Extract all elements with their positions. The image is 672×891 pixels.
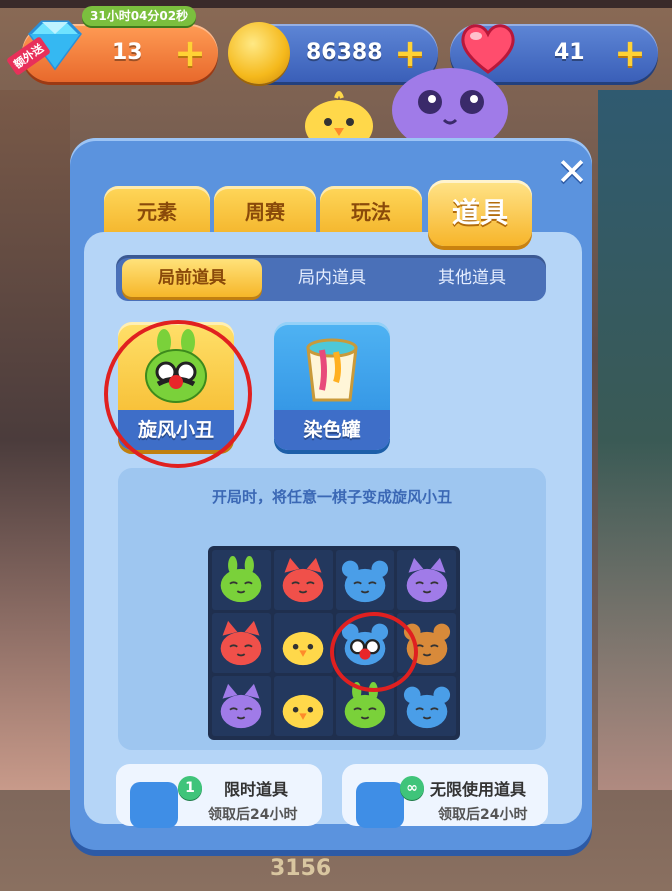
timed-item-card[interactable]: 1 限时道具 领取后24小时 [116, 764, 322, 828]
tab-elements[interactable]: 元素 [104, 186, 210, 238]
board-cell [212, 676, 271, 736]
tab-weekly[interactable]: 周赛 [214, 186, 316, 238]
highlight-ring [330, 612, 418, 692]
coin-count: 86388 [306, 40, 383, 65]
red-fox-icon [221, 620, 262, 666]
card-subtitle: 领取后24小时 [208, 807, 298, 823]
board-cell [397, 676, 456, 736]
board-cell [212, 613, 271, 673]
gem-count: 13 [112, 40, 143, 65]
lives-count: 41 [554, 40, 585, 65]
item-paint-bucket[interactable]: 染色罐 [274, 322, 390, 450]
board-cell [397, 550, 456, 610]
subtab-other-items[interactable]: 其他道具 [402, 259, 542, 297]
gift-hand-icon [356, 782, 404, 828]
gift-hand-icon [130, 782, 178, 828]
board-cell [273, 550, 333, 610]
coin-icon [228, 22, 290, 84]
gem-offer-timer: 31小时04分02秒 [82, 6, 197, 26]
add-lives-button[interactable]: + [610, 33, 650, 73]
purple-cat-icon [221, 683, 262, 729]
purple-cat-icon [406, 557, 447, 603]
paint-bucket-icon [306, 338, 358, 402]
red-fox-icon [282, 557, 324, 603]
highlight-ring [104, 320, 252, 468]
board-cell [212, 550, 271, 610]
card-title: 限时道具 [224, 780, 289, 799]
subtab-ingame-items[interactable]: 局内道具 [262, 259, 402, 297]
background-building-right [598, 90, 672, 790]
board-cell [335, 550, 395, 610]
background-score: 3156 [270, 856, 332, 881]
item-description: 开局时，将任意一棋子变成旋风小丑 [211, 488, 452, 506]
card-title: 无限使用道具 [430, 780, 527, 799]
card-subtitle: 领取后24小时 [438, 807, 528, 823]
chick-mascot-icon [305, 91, 373, 146]
infinity-badge: ∞ [400, 776, 424, 800]
item-category-tabs: 局前道具 局内道具 其他道具 [116, 255, 546, 301]
item-label: 染色罐 [274, 410, 390, 450]
tab-gameplay[interactable]: 玩法 [320, 186, 422, 238]
yellow-chick-icon [282, 694, 324, 729]
tab-items[interactable]: 道具 [428, 180, 532, 246]
add-gems-button[interactable]: + [170, 33, 210, 73]
subtab-pregame-items[interactable]: 局前道具 [122, 259, 262, 297]
unlimited-item-card[interactable]: ∞ 无限使用道具 领取后24小时 [342, 764, 548, 828]
background-building-left [0, 90, 70, 790]
blue-mouse-icon [403, 686, 450, 729]
board-cell [273, 676, 333, 736]
purple-blob-mascot-icon [392, 68, 508, 150]
close-button[interactable]: ✕ [552, 152, 592, 192]
blue-mouse-icon [341, 560, 388, 603]
board-cell [273, 613, 333, 673]
count-badge: 1 [178, 776, 202, 800]
yellow-chick-icon [282, 631, 324, 666]
green-bunny-icon [221, 556, 262, 603]
